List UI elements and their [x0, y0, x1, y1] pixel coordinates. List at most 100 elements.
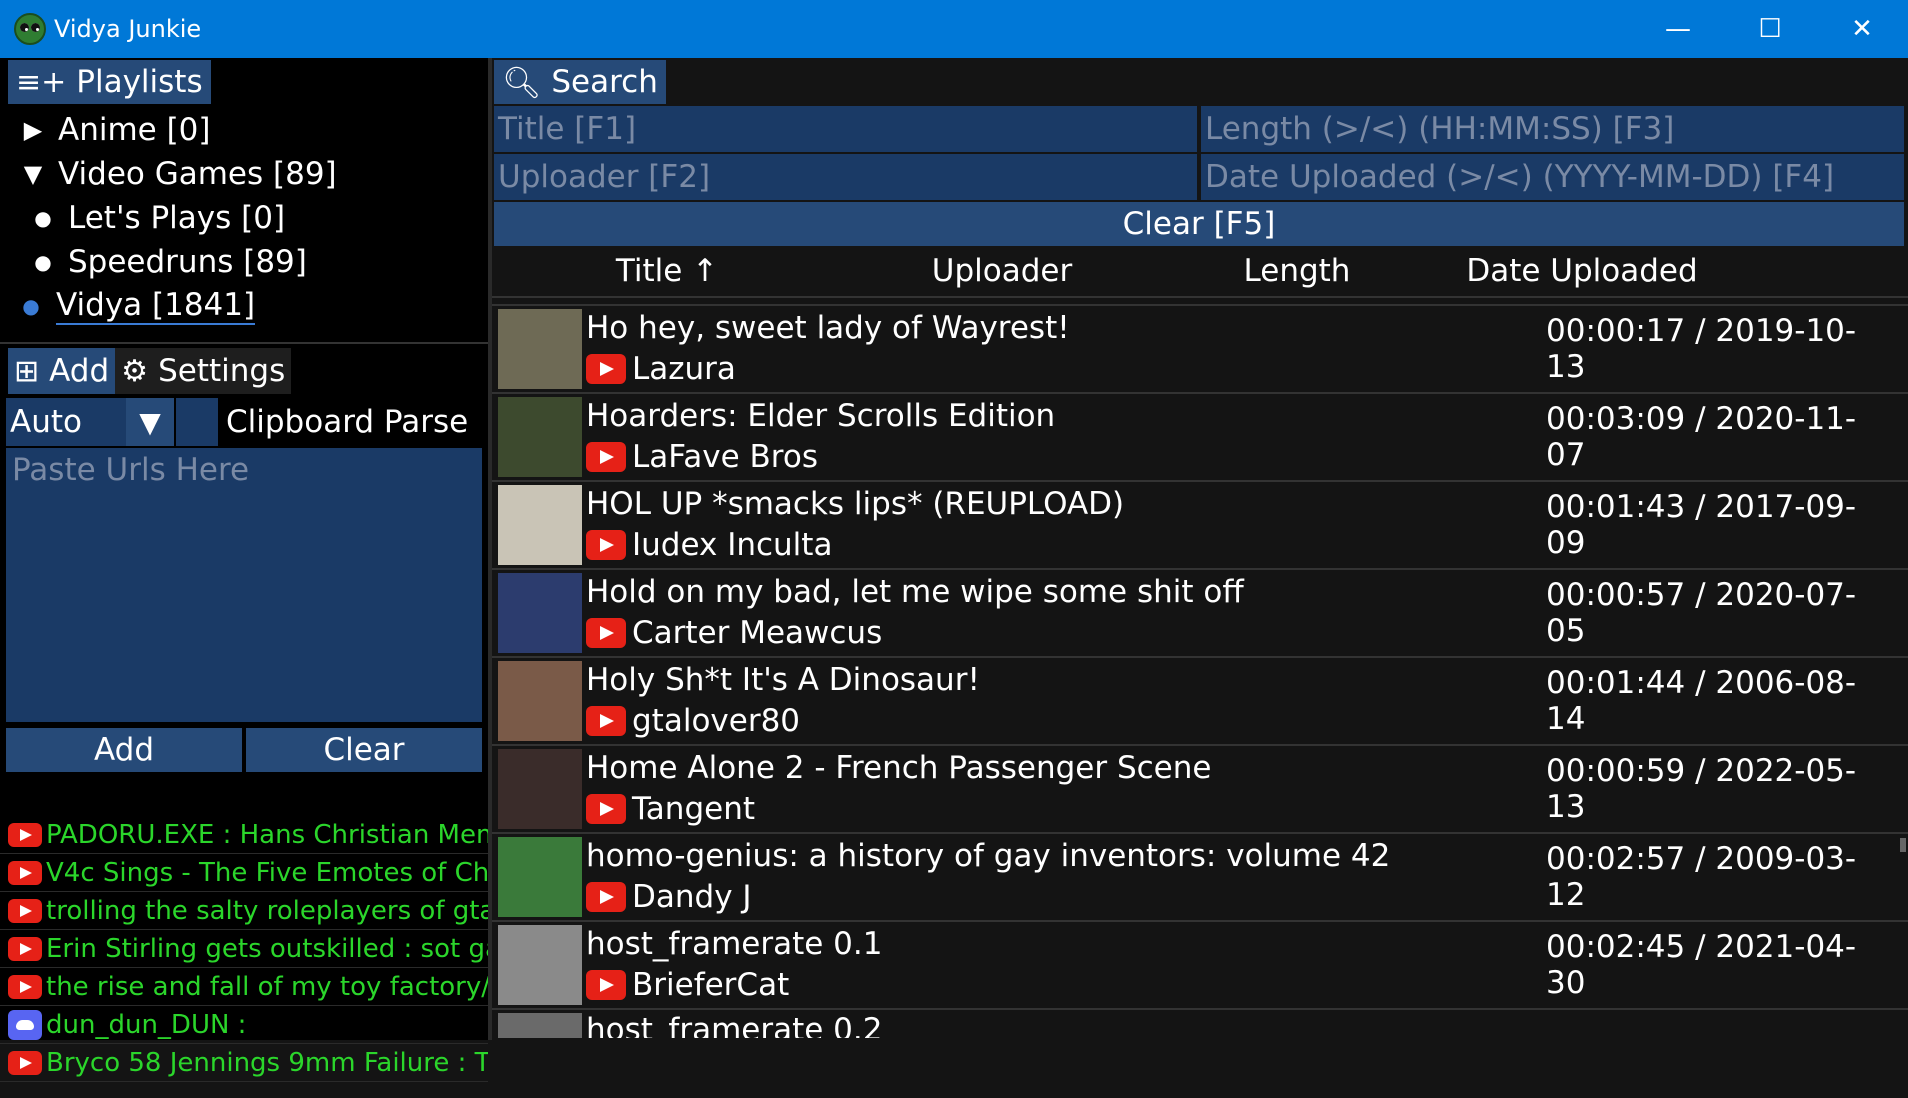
log-item[interactable]: the rise and fall of my toy factory/coal [0, 968, 488, 1006]
youtube-icon [8, 860, 42, 885]
playlist-item-lets-plays[interactable]: ● Let's Plays [0] [0, 196, 488, 240]
playlist-item-vidya[interactable]: ● Vidya [1841] [0, 284, 488, 328]
log-text: trolling the salty roleplayers of gta 5 … [46, 895, 488, 926]
video-length-date: 00:01:44 / 2006-08-14 [1546, 665, 1857, 737]
video-info: Home Alone 2 - French Passenger Scene Ta… [586, 746, 1546, 832]
table-row[interactable]: Hoarders: Elder Scrolls Edition LaFave B… [492, 394, 1908, 482]
column-header-title[interactable]: Title ↑ [492, 253, 842, 289]
youtube-icon [8, 822, 42, 847]
playlist-item-label: Anime [0] [58, 112, 211, 148]
maximize-button[interactable]: ☐ [1724, 0, 1816, 58]
log-text: Erin Stirling gets outskilled : sot game [46, 933, 488, 964]
video-length-date: 00:02:57 / 2009-03-12 [1546, 841, 1857, 913]
table-row[interactable]: host_framerate 0.1 BrieferCat 00:02:45 /… [492, 922, 1908, 1010]
playlist-item-video-games[interactable]: ▼ Video Games [89] [0, 152, 488, 196]
clipboard-parse-checkbox[interactable] [176, 398, 218, 446]
youtube-icon [586, 794, 626, 824]
title-filter-input[interactable]: Title [F1] [494, 106, 1197, 152]
playlist-tree: ▶ Anime [0] ▼ Video Games [89] ● Let's P… [0, 104, 488, 328]
column-header-date[interactable]: Date Uploaded [1432, 253, 1732, 289]
minimize-button[interactable]: — [1632, 0, 1724, 58]
tab-add[interactable]: ⊞ Add [8, 348, 116, 394]
log-item[interactable]: Erin Stirling gets outskilled : sot game [0, 930, 488, 968]
video-thumbnail [498, 485, 582, 565]
video-uploader: Iudex Inculta [586, 524, 1546, 566]
log-item[interactable]: Bryco 58 Jennings 9mm Failure : The1. [0, 1044, 488, 1082]
uploader-name: Iudex Inculta [632, 527, 833, 563]
table-row[interactable]: host_framerate 0.2 [492, 1010, 1908, 1038]
collapse-arrow-icon[interactable]: ▼ [20, 160, 46, 188]
log-item[interactable]: dun_dun_DUN : [0, 1006, 488, 1044]
table-row[interactable]: Holy Sh*t It's A Dinosaur! gtalover80 00… [492, 658, 1908, 746]
table-row[interactable]: Home Alone 2 - French Passenger Scene Ta… [492, 746, 1908, 834]
search-tabbar: 🔍︎ Search [492, 58, 1908, 104]
video-thumbnail [498, 1013, 582, 1038]
video-length-date: 00:00:17 / 2019-10-13 [1546, 313, 1857, 385]
video-info: Holy Sh*t It's A Dinosaur! gtalover80 [586, 658, 1546, 744]
add-buttons: Add Clear [6, 728, 482, 772]
add-box-icon: ⊞ [14, 353, 40, 389]
close-button[interactable]: ✕ [1816, 0, 1908, 58]
video-length-date: 00:00:59 / 2022-05-13 [1546, 753, 1857, 825]
table-row[interactable]: HOL UP *smacks lips* (REUPLOAD) Iudex In… [492, 482, 1908, 570]
video-thumbnail [498, 397, 582, 477]
expand-arrow-icon[interactable]: ▶ [20, 116, 46, 144]
column-header-length[interactable]: Length [1162, 253, 1432, 289]
youtube-icon [8, 936, 42, 961]
log-item[interactable]: trolling the salty roleplayers of gta 5 … [0, 892, 488, 930]
playlist-item-speedruns[interactable]: ● Speedruns [89] [0, 240, 488, 284]
uploader-filter-input[interactable]: Uploader [F2] [494, 154, 1197, 200]
video-title: Hoarders: Elder Scrolls Edition [586, 398, 1056, 434]
date-filter-input[interactable]: Date Uploaded (>/<) (YYYY-MM-DD) [F4] [1201, 154, 1904, 200]
log-text: V4c Sings - The Five Emotes of Christn [46, 857, 488, 888]
playlist-item-anime[interactable]: ▶ Anime [0] [0, 108, 488, 152]
clear-button[interactable]: Clear [246, 728, 482, 772]
uploader-name: LaFave Bros [632, 439, 818, 475]
table-row[interactable]: homo-genius: a history of gay inventors:… [492, 834, 1908, 922]
video-info: host_framerate 0.2 [586, 1010, 1908, 1038]
video-title: Ho hey, sweet lady of Wayrest! [586, 310, 1070, 346]
filter-row: Title [F1] Length (>/<) (HH:MM:SS) [F3] [494, 106, 1904, 152]
video-info: homo-genius: a history of gay inventors:… [586, 834, 1546, 920]
playlist-item-label: Speedruns [89] [68, 244, 307, 280]
url-input[interactable]: Paste Urls Here [6, 448, 482, 722]
table-row[interactable]: Ho hey, sweet lady of Wayrest! Lazura 00… [492, 306, 1908, 394]
title-bar: Vidya Junkie — ☐ ✕ [0, 0, 1908, 58]
tab-playlists[interactable]: ≡+ Playlists [8, 60, 211, 104]
video-title: homo-genius: a history of gay inventors:… [586, 838, 1391, 874]
activity-log: PADORU.EXE : Hans Christian Memers V4c S… [0, 816, 488, 1098]
log-item[interactable]: V4c Sings - The Five Emotes of Christn [0, 854, 488, 892]
video-uploader: Carter Meawcus [586, 612, 1546, 654]
uploader-name: gtalover80 [632, 703, 801, 739]
column-header-uploader[interactable]: Uploader [842, 253, 1162, 289]
playlists-tabbar: ≡+ Playlists [0, 58, 488, 104]
table-row[interactable]: Hold on my bad, let me wipe some shit of… [492, 570, 1908, 658]
right-pane: 🔍︎ Search Title [F1] Length (>/<) (HH:MM… [492, 58, 1908, 1040]
tab-playlists-label: Playlists [76, 64, 203, 100]
clear-filters-button[interactable]: Clear [F5] [494, 202, 1904, 246]
tab-settings[interactable]: ⚙ Settings [115, 348, 292, 394]
add-button[interactable]: Add [6, 728, 242, 772]
video-title: Hold on my bad, let me wipe some shit of… [586, 574, 1244, 610]
scrollbar[interactable] [1900, 838, 1906, 852]
tab-add-label: Add [49, 353, 110, 389]
log-item[interactable]: PADORU.EXE : Hans Christian Memers [0, 816, 488, 854]
bullet-icon: ● [34, 206, 52, 230]
length-filter-input[interactable]: Length (>/<) (HH:MM:SS) [F3] [1201, 106, 1904, 152]
mode-select[interactable]: Auto [6, 398, 126, 446]
youtube-icon [586, 354, 626, 384]
video-length-date: 00:00:57 / 2020-07-05 [1546, 577, 1857, 649]
tab-settings-label: Settings [158, 353, 286, 389]
playlist-item-label: Vidya [1841] [56, 287, 256, 325]
video-info: Hoarders: Elder Scrolls Edition LaFave B… [586, 394, 1546, 480]
bullet-icon: ● [22, 294, 40, 318]
video-uploader: Dandy J [586, 876, 1546, 918]
tab-search[interactable]: 🔍︎ Search [494, 60, 666, 104]
chevron-down-icon[interactable]: ▼ [126, 398, 174, 446]
youtube-icon [586, 882, 626, 912]
video-title: host_framerate 0.2 [586, 1012, 883, 1038]
youtube-icon [586, 618, 626, 648]
video-info: Ho hey, sweet lady of Wayrest! Lazura [586, 306, 1546, 392]
video-thumbnail [498, 661, 582, 741]
youtube-icon [8, 974, 42, 999]
